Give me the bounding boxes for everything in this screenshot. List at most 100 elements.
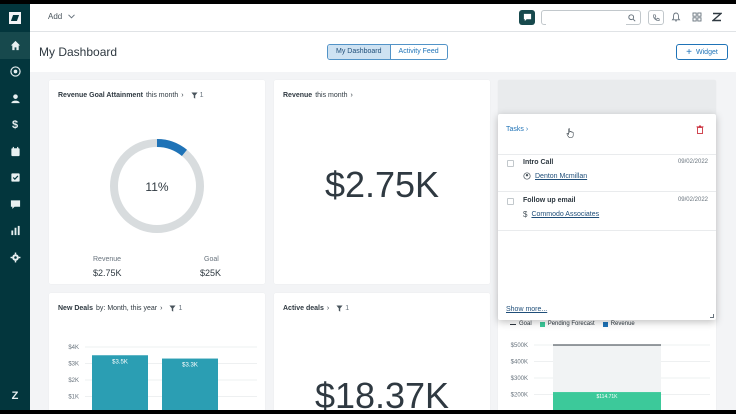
page-title: My Dashboard: [39, 45, 118, 59]
app-logo[interactable]: [0, 4, 30, 32]
y-tick-label: $400K: [511, 360, 528, 366]
chevron-right-icon: ›: [525, 126, 529, 133]
view-switcher: My Dashboard Activity Feed: [327, 44, 448, 60]
sidebar-item-deals[interactable]: [0, 59, 30, 86]
y-tick-label: $1K: [68, 395, 79, 401]
new-deals-card: New Deals by: Month, this year › 1 $4K $3…: [49, 293, 265, 410]
chevron-down-icon: [68, 14, 76, 19]
apps-grid-icon[interactable]: [692, 12, 702, 22]
filter-count: 1: [345, 305, 350, 312]
active-deals-big-value: $18.37K: [314, 375, 450, 410]
tab-my-dashboard[interactable]: My Dashboard: [328, 45, 391, 59]
filter-icon: [336, 305, 343, 312]
search-field[interactable]: [541, 10, 641, 29]
zendesk-logo-icon[interactable]: Z: [0, 390, 30, 402]
plus-icon: +: [686, 46, 693, 58]
active-deals-card: Active deals › 1 $18.37K: [274, 293, 490, 410]
dollar-icon: $: [523, 210, 528, 219]
task-name: Follow up email: [523, 197, 576, 204]
card-title-period: this month: [315, 92, 348, 99]
task-row[interactable]: Intro Call 09/02/2022 Denton Mcmillan: [498, 154, 716, 192]
zendesk-product-icon[interactable]: [712, 12, 722, 22]
filter-icon: [191, 92, 198, 99]
trash-icon[interactable]: [696, 125, 704, 134]
phone-button[interactable]: [648, 10, 664, 25]
revenue-big-value: $2.75K: [324, 164, 440, 205]
add-dropdown[interactable]: Add: [48, 12, 76, 21]
task-related-link[interactable]: Denton Mcmillan: [523, 172, 587, 180]
legend-pending-label: Pending Forecast: [547, 321, 595, 327]
chevron-right-icon: ›: [160, 305, 163, 312]
search-icon: [628, 14, 636, 22]
bar-data-label: $3.5K: [112, 359, 128, 365]
sidebar-item-settings[interactable]: [0, 244, 30, 271]
sidebar-item-contacts[interactable]: [0, 85, 30, 112]
legend-revenue-swatch: [602, 321, 608, 327]
sidebar-item-calendar[interactable]: [0, 138, 30, 165]
chevron-right-icon: ›: [326, 305, 330, 312]
card-title-main: Revenue Goal Attainment: [58, 92, 143, 99]
task-name: Intro Call: [523, 159, 554, 166]
card-title[interactable]: New Deals by: Month, this year › 1: [58, 305, 182, 312]
app-frame: $ Z Add My Dashboard My Dashboard Activi…: [0, 4, 736, 410]
add-widget-button[interactable]: + Widget: [676, 44, 728, 60]
widget-placeholder: [498, 80, 716, 118]
y-tick-label: $500K: [511, 343, 528, 349]
forecast-legend: Goal Pending Forecast Revenue: [510, 321, 635, 327]
task-checkbox[interactable]: [507, 160, 514, 167]
goal-label: Goal: [204, 256, 219, 263]
task-related-text: Denton Mcmillan: [535, 172, 588, 180]
task-related-text: Commodo Associates: [531, 211, 600, 218]
goal-value: $25K: [200, 268, 222, 278]
y-tick-label: $200K: [511, 393, 528, 399]
deal-icon: [523, 172, 531, 180]
sidebar-item-home[interactable]: [0, 32, 30, 59]
tasks-popover: Tasks › Intro Call 09/02/2022 Denton Mcm…: [498, 114, 716, 320]
resize-handle[interactable]: [710, 314, 714, 318]
revenue-label: Revenue: [93, 256, 122, 263]
chat-button[interactable]: [519, 10, 535, 25]
card-title[interactable]: Revenue Goal Attainment this month › 1: [58, 92, 203, 99]
search-input[interactable]: [546, 16, 626, 29]
filter-indicator[interactable]: 1: [336, 305, 349, 312]
user-icon: [10, 94, 20, 103]
add-label: Add: [48, 12, 63, 21]
revenue-goal-card: Revenue Goal Attainment this month › 1 1…: [49, 80, 265, 284]
y-tick-label: $300K: [511, 376, 528, 382]
legend-revenue-label: Revenue: [610, 321, 635, 327]
tasks-icon: [10, 173, 20, 182]
task-row[interactable]: Follow up email 09/02/2022 $ Commodo Ass…: [498, 193, 716, 231]
tab-activity-feed[interactable]: Activity Feed: [391, 45, 447, 59]
y-tick-label: $4K: [68, 345, 79, 351]
cursor-hand-icon: [566, 128, 574, 138]
show-more-link[interactable]: Show more...: [506, 306, 547, 313]
card-title[interactable]: Active deals › 1: [283, 305, 349, 312]
task-related-link[interactable]: $ Commodo Associates: [523, 210, 599, 219]
sidebar-item-chat[interactable]: [0, 191, 30, 218]
sidebar-item-reports[interactable]: [0, 218, 30, 245]
deals-icon: [9, 66, 21, 77]
card-title-period: by: Month, this year: [96, 305, 158, 312]
tasks-title-link[interactable]: Tasks ›: [506, 126, 528, 133]
chevron-right-icon: ›: [350, 92, 353, 99]
filter-indicator[interactable]: 1: [169, 305, 182, 312]
dashboard-header: My Dashboard My Dashboard Activity Feed …: [30, 32, 736, 72]
phone-icon: [653, 13, 660, 21]
revenue-value: $2.75K: [93, 268, 122, 278]
y-tick-label: $2K: [68, 378, 79, 384]
task-date: 09/02/2022: [677, 197, 708, 203]
sidebar-item-tasks[interactable]: [0, 165, 30, 192]
filter-count: 1: [178, 305, 183, 312]
task-checkbox[interactable]: [507, 198, 514, 205]
card-title[interactable]: Revenue this month ›: [283, 92, 353, 99]
new-deals-bar-chart: $4K $3K $2K $1K $3.5K $3.3K: [68, 345, 257, 410]
filter-indicator[interactable]: 1: [191, 92, 203, 99]
legend-goal-swatch: [510, 323, 516, 325]
bell-icon[interactable]: [671, 12, 681, 22]
goal-percent: 11%: [145, 180, 169, 194]
chevron-right-icon: ›: [181, 92, 184, 99]
card-title-period: this month: [145, 92, 179, 99]
widget-button-label: Widget: [696, 48, 718, 56]
forecast-bar-chart: $500K $400K $300K $200K $114.71K: [511, 343, 710, 410]
sidebar-item-revenue[interactable]: $: [0, 112, 30, 139]
